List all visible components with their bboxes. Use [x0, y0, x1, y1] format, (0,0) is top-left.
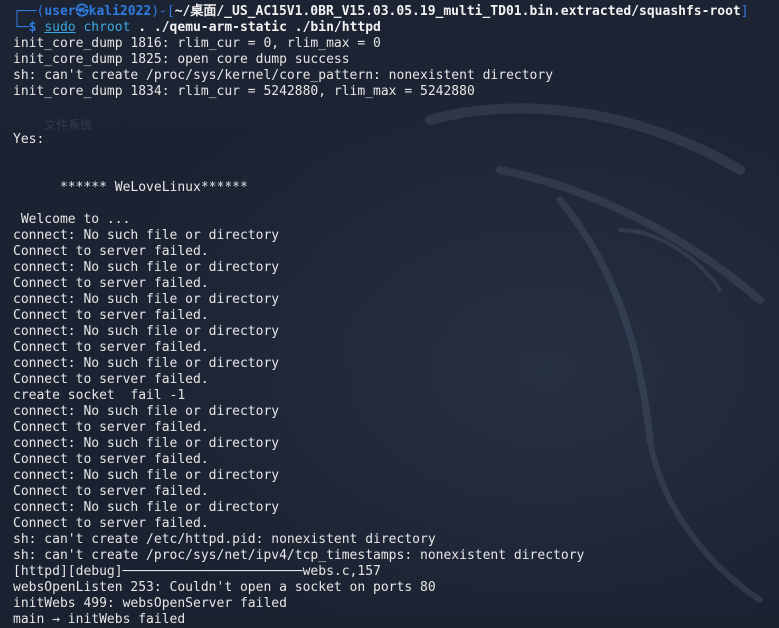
output-line-28: connect: No such file or directory — [13, 468, 280, 483]
prompt-line-2: └─$ sudo chroot . ./qemu-arm-static ./bi… — [13, 20, 775, 36]
output-line-37: main → initWebs failed — [13, 612, 186, 627]
terminal-output[interactable]: ┌──(user㉿kali2022)-[~/桌面/_US_AC15V1.0BR_… — [13, 4, 775, 628]
output-line-19: connect: No such file or directory — [13, 324, 280, 339]
output-line-17: connect: No such file or directory — [13, 292, 280, 307]
output-line-9 — [13, 164, 775, 180]
output-line-8 — [13, 148, 775, 164]
output-line-31: Connect to server failed. — [13, 516, 209, 531]
prompt-line2-prefix: └─ — [13, 20, 29, 35]
output-line-1: init_core_dump 1816: rlim_cur = 0, rlim_… — [13, 36, 381, 51]
output-line-2: init_core_dump 1825: open core dump succ… — [13, 52, 350, 67]
output-line-29: Connect to server failed. — [13, 484, 209, 499]
output-line-16: Connect to server failed. — [13, 276, 209, 291]
command-args: . ./qemu-arm-static ./bin/httpd — [138, 20, 381, 35]
command-sudo: sudo — [44, 20, 76, 35]
output-line-21: connect: No such file or directory — [13, 356, 280, 371]
prompt-user-host: user㉿kali2022 — [44, 4, 152, 19]
output-line-13: connect: No such file or directory — [13, 228, 280, 243]
output-line-23: create socket fail -1 — [13, 388, 186, 403]
terminal-window[interactable]: 文件系统 ┌──(user㉿kali2022)-[~/桌面/_US_AC15V1… — [0, 0, 779, 627]
output-line-34: [httpd][debug]───────────────────────web… — [13, 564, 381, 579]
output-line-15: connect: No such file or directory — [13, 260, 280, 275]
output-line-35: websOpenListen 253: Couldn't open a sock… — [13, 580, 436, 595]
output-line-32: sh: can't create /etc/httpd.pid: nonexis… — [13, 532, 436, 547]
output-line-4: init_core_dump 1834: rlim_cur = 5242880,… — [13, 84, 475, 99]
output-line-33: sh: can't create /proc/sys/net/ipv4/tcp_… — [13, 548, 585, 563]
output-line-25: Connect to server failed. — [13, 420, 209, 435]
output-line-24: connect: No such file or directory — [13, 404, 280, 419]
output-line-36: initWebs 499: websOpenServer failed — [13, 596, 287, 611]
output-line-12: Welcome to ... — [13, 212, 131, 227]
output-line-20: Connect to server failed. — [13, 340, 209, 355]
output-line-30: connect: No such file or directory — [13, 500, 280, 515]
output-line-26: connect: No such file or directory — [13, 436, 280, 451]
prompt-close-user: )-[ — [151, 4, 175, 19]
prompt-line-1: ┌──(user㉿kali2022)-[~/桌面/_US_AC15V1.0BR_… — [13, 4, 775, 20]
prompt-close-cwd: ] — [740, 4, 749, 19]
command-chroot: chroot — [83, 20, 131, 35]
output-line-7: Yes: — [13, 132, 45, 147]
prompt-cwd: ~/桌面/_US_AC15V1.0BR_V15.03.05.19_multi_T… — [174, 4, 741, 19]
output-line-18: Connect to server failed. — [13, 308, 209, 323]
prompt-dollar: $ — [28, 20, 37, 35]
output-line-5 — [13, 100, 775, 116]
output-line-3: sh: can't create /proc/sys/kernel/core_p… — [13, 68, 554, 83]
output-line-22: Connect to server failed. — [13, 372, 209, 387]
output-line-27: Connect to server failed. — [13, 452, 209, 467]
output-line-14: Connect to server failed. — [13, 244, 209, 259]
output-line-11 — [13, 196, 775, 212]
prompt-open: ┌──( — [13, 4, 45, 19]
output-line-6 — [13, 116, 775, 132]
output-line-10: ****** WeLoveLinux****** — [13, 180, 248, 195]
